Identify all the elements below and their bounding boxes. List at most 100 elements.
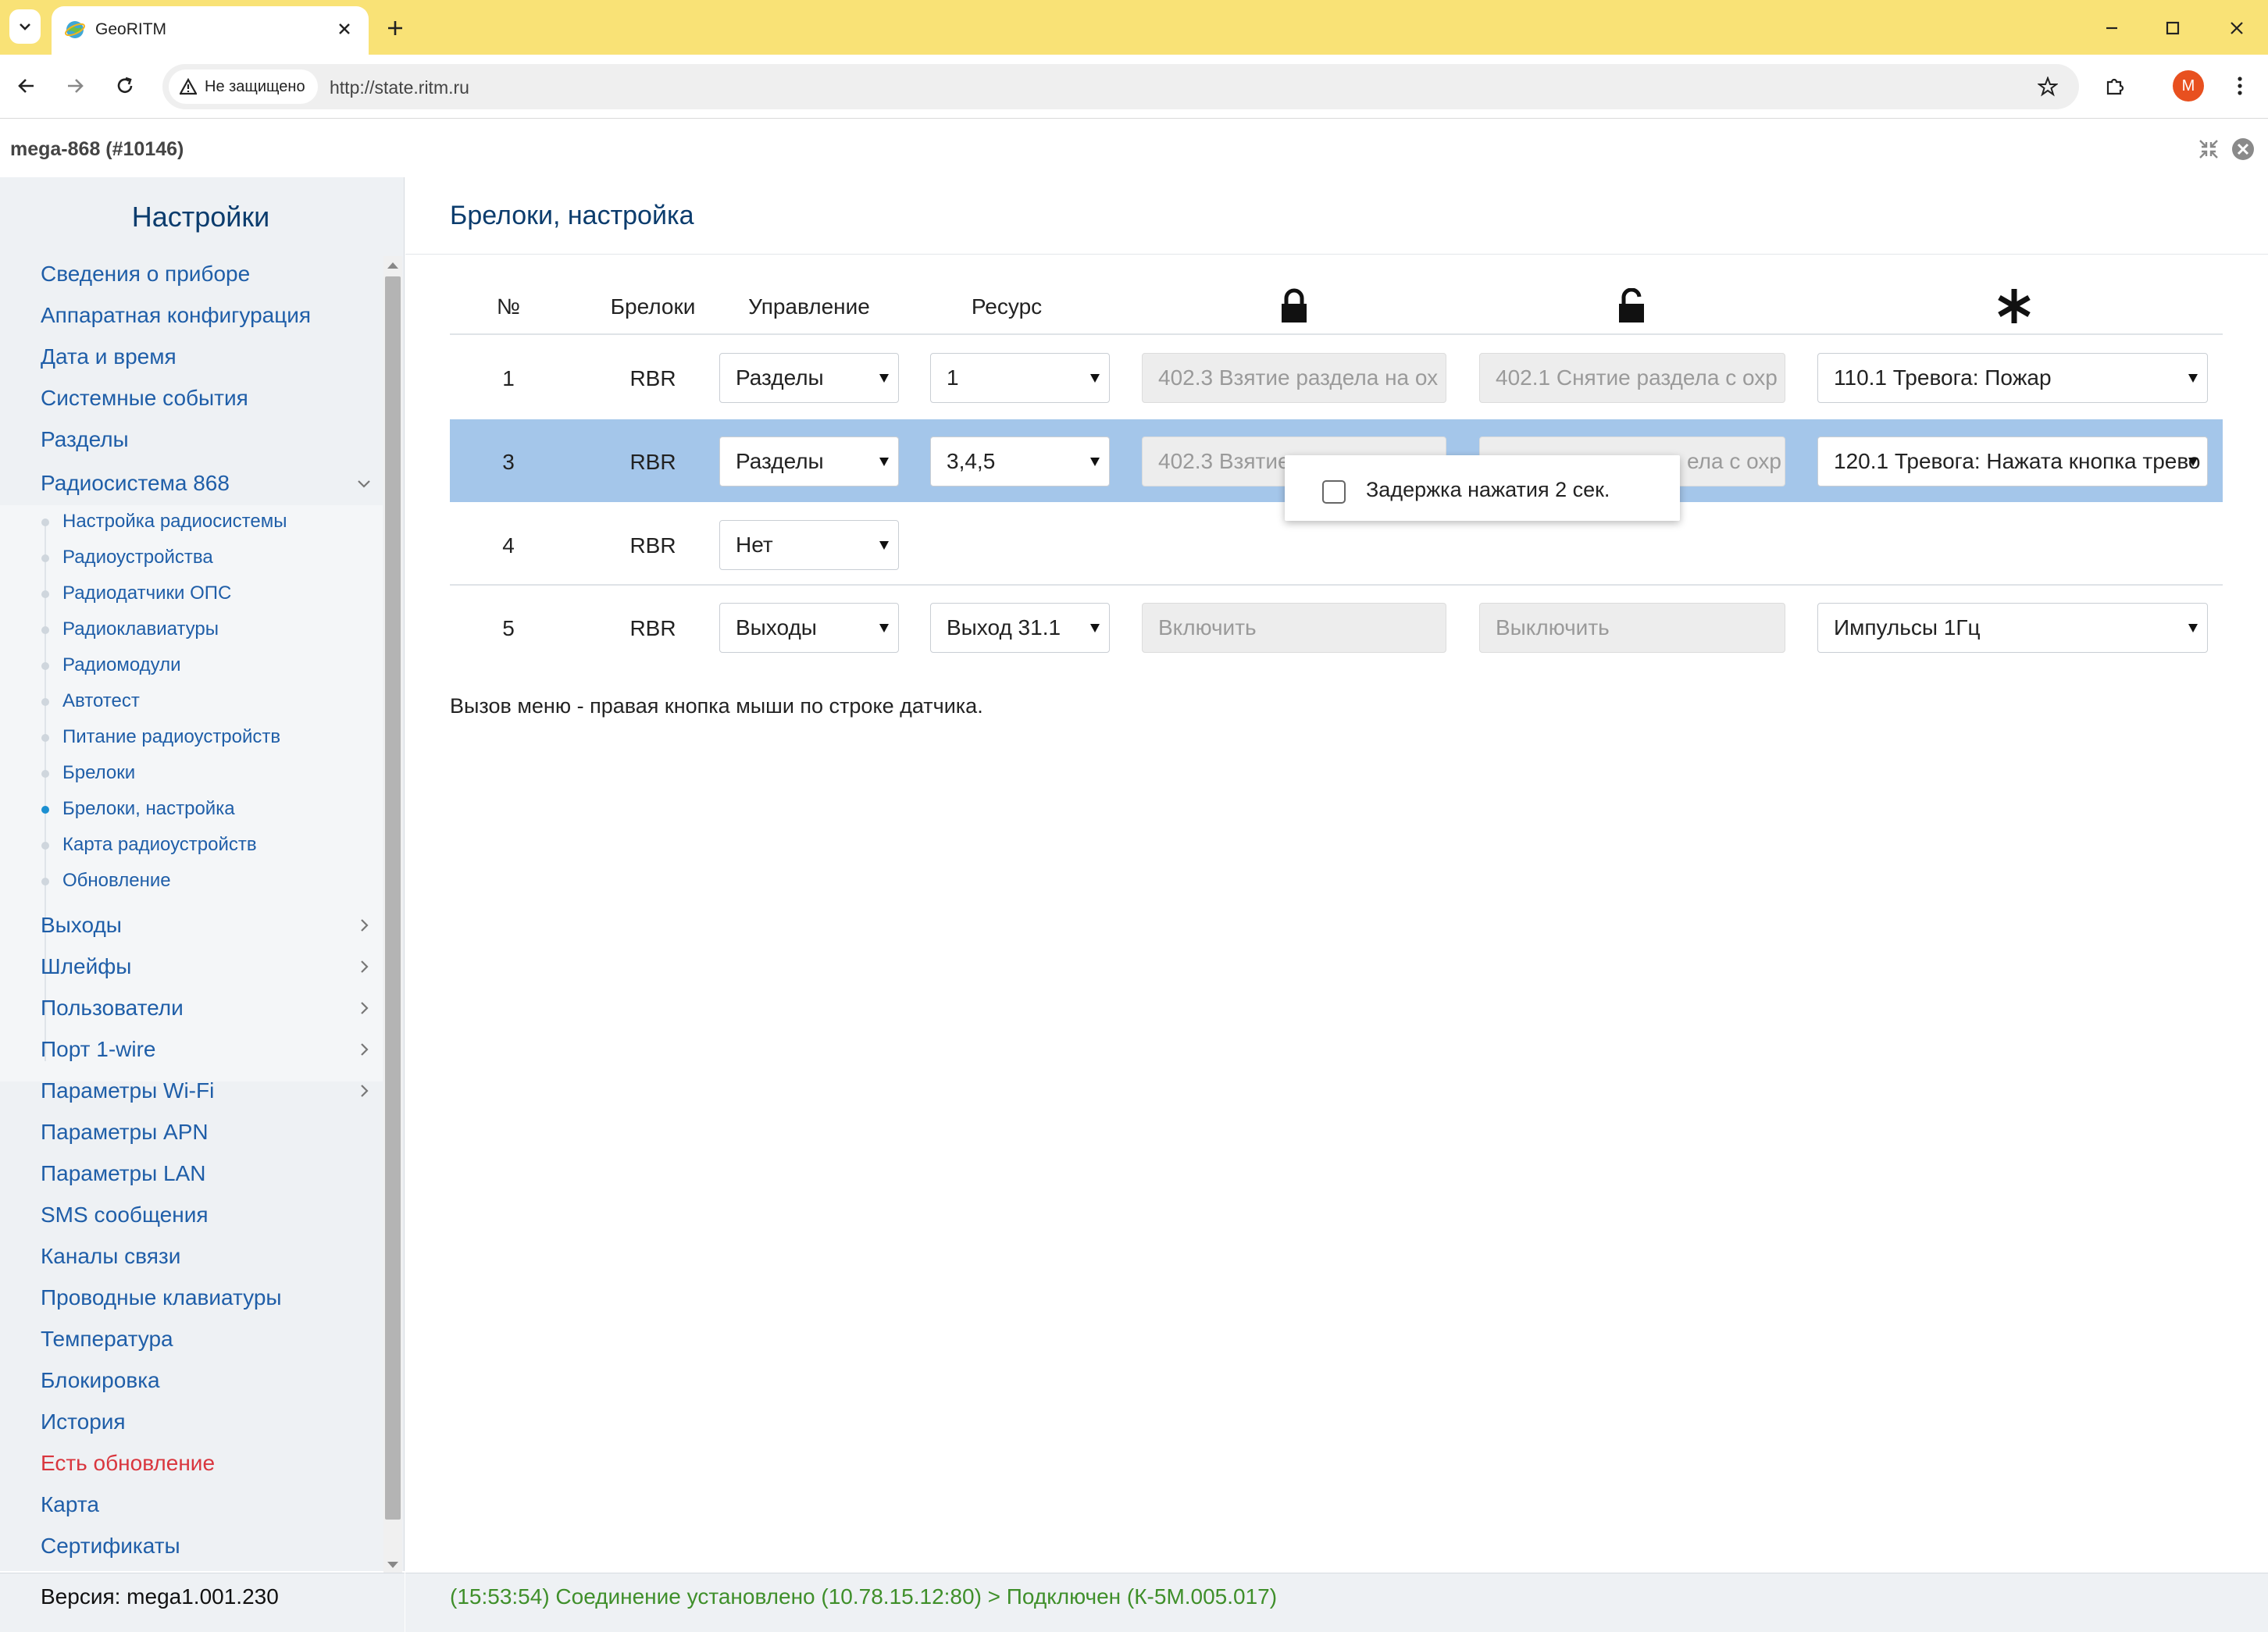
column-header-control: Управление <box>748 294 870 319</box>
resource-select[interactable]: 3,4,5 <box>930 437 1110 486</box>
star-event-select[interactable]: 110.1 Тревога: Пожар <box>1817 353 2208 403</box>
subnav-bullet <box>41 590 49 598</box>
chevron-right-icon[interactable] <box>355 999 373 1017</box>
unlock-icon <box>1619 288 1644 322</box>
sidebar-sub-radio-map[interactable]: Карта радиоустройств <box>62 834 257 856</box>
star-event-value: 110.1 Тревога: Пожар <box>1834 365 2052 390</box>
row-divider <box>450 584 2223 586</box>
on-action-field[interactable]: Включить <box>1142 603 1446 653</box>
status-bar: (15:53:54) Соединение установлено (10.78… <box>405 1573 2268 1632</box>
nav-item-1wire-port[interactable]: Порт 1-wire <box>41 1037 156 1062</box>
chevron-right-icon[interactable] <box>355 957 373 976</box>
asterisk-icon <box>1998 289 2031 323</box>
subnav-bullet <box>41 662 49 670</box>
nav-item-apn[interactable]: Параметры APN <box>41 1120 209 1145</box>
sidebar-scrollbar[interactable] <box>383 256 402 1574</box>
chevron-down-icon[interactable] <box>355 474 373 493</box>
sidebar-sub-radio-devices[interactable]: Радиоустройства <box>62 547 213 568</box>
nav-item-partitions[interactable]: Разделы <box>41 427 129 452</box>
panel-close-button[interactable] <box>2231 137 2256 162</box>
nav-item-date-time[interactable]: Дата и время <box>41 344 177 369</box>
nav-item-outputs[interactable]: Выходы <box>41 913 122 938</box>
reload-button[interactable] <box>108 69 142 103</box>
sidebar-sub-radio-sensors[interactable]: Радиодатчики ОПС <box>62 583 231 604</box>
browser-tab[interactable]: GeoRITM <box>52 6 369 55</box>
on-action-value: Включить <box>1158 615 1257 640</box>
scrollbar-thumb[interactable] <box>385 276 401 1520</box>
nav-item-users[interactable]: Пользователи <box>41 996 184 1021</box>
off-action-field[interactable]: Выключить <box>1479 603 1785 653</box>
sidebar-sub-autotest[interactable]: Автотест <box>62 690 140 712</box>
forward-button[interactable] <box>58 69 92 103</box>
scroll-down-arrow-icon[interactable] <box>387 1562 398 1568</box>
nav-item-map[interactable]: Карта <box>41 1492 99 1517</box>
sidebar-sub-key-fobs-settings[interactable]: Брелоки, настройка <box>62 798 235 820</box>
browser-toolbar: Не защищено http://state.ritm.ru M <box>0 55 2268 119</box>
nav-item-temperature[interactable]: Температура <box>41 1327 173 1352</box>
subnav-bullet <box>41 626 49 634</box>
back-button[interactable] <box>9 69 44 103</box>
chevron-right-icon[interactable] <box>355 1081 373 1100</box>
subnav-bullet <box>41 698 49 706</box>
resource-select[interactable]: 1 <box>930 353 1110 403</box>
nav-item-lan[interactable]: Параметры LAN <box>41 1161 206 1186</box>
tab-search-button[interactable] <box>9 9 41 44</box>
nav-item-device-info[interactable]: Сведения о приборе <box>41 262 250 287</box>
star-event-select[interactable]: 120.1 Тревога: Нажата кнопка трево <box>1817 437 2208 486</box>
sidebar-sub-update[interactable]: Обновление <box>62 870 171 892</box>
tab-close-button[interactable] <box>331 16 358 42</box>
subnav-active-bullet <box>41 806 49 814</box>
lock-icon <box>1282 288 1307 322</box>
address-bar[interactable]: Не защищено http://state.ritm.ru <box>162 64 2079 109</box>
control-select[interactable]: Выходы <box>719 603 899 653</box>
nav-item-channels[interactable]: Каналы связи <box>41 1244 180 1269</box>
nav-item-radio-system[interactable]: Радиосистема 868 <box>41 471 230 496</box>
nav-item-sms[interactable]: SMS сообщения <box>41 1203 209 1228</box>
nav-item-history[interactable]: История <box>41 1409 126 1434</box>
maximize-button[interactable] <box>2156 11 2190 45</box>
subnav-bullet <box>41 518 49 526</box>
control-select[interactable]: Разделы <box>719 353 899 403</box>
browser-menu-button[interactable] <box>2223 69 2257 103</box>
nav-item-update-available[interactable]: Есть обновление <box>41 1451 215 1476</box>
header-divider <box>450 333 2223 335</box>
star-action-select[interactable]: Импульсы 1Гц <box>1817 603 2208 653</box>
bookmark-button[interactable] <box>2032 71 2063 102</box>
nav-item-blocking[interactable]: Блокировка <box>41 1368 160 1393</box>
chevron-right-icon[interactable] <box>355 916 373 935</box>
lock-event-field[interactable]: 402.3 Взятие раздела на ох <box>1142 353 1446 403</box>
nav-item-wired-keypads[interactable]: Проводные клавиатуры <box>41 1285 282 1310</box>
chevron-right-icon[interactable] <box>355 1040 373 1059</box>
new-tab-button[interactable] <box>380 12 411 44</box>
minimize-button[interactable] <box>2095 11 2129 45</box>
collapse-button[interactable] <box>2196 137 2221 162</box>
resource-select[interactable]: Выход 31.1 <box>930 603 1110 653</box>
sidebar-sub-key-fobs[interactable]: Брелоки <box>62 762 135 784</box>
nav-item-hardware-config[interactable]: Аппаратная конфигурация <box>41 303 311 328</box>
press-delay-label[interactable]: Задержка нажатия 2 сек. <box>1366 478 1610 502</box>
column-header-fob: Брелоки <box>610 294 696 319</box>
control-select[interactable]: Нет <box>719 520 899 570</box>
unlock-event-field[interactable]: 402.1 Снятие раздела с охр <box>1479 353 1785 403</box>
sidebar-sub-radio-setup[interactable]: Настройка радиосистемы <box>62 511 287 533</box>
browser-tab-strip: GeoRITM <box>0 0 2268 55</box>
press-delay-checkbox[interactable] <box>1322 480 1346 504</box>
sidebar-sub-radio-keypads[interactable]: Радиоклавиатуры <box>62 618 219 640</box>
nav-item-system-events[interactable]: Системные события <box>41 386 248 411</box>
security-indicator[interactable]: Не защищено <box>169 69 318 104</box>
profile-avatar[interactable]: M <box>2173 70 2204 102</box>
nav-item-certificates[interactable]: Сертификаты <box>41 1534 180 1559</box>
extensions-button[interactable] <box>2098 69 2132 103</box>
sidebar-sub-radio-modules[interactable]: Радиомодули <box>62 654 181 676</box>
nav-item-wifi[interactable]: Параметры Wi-Fi <box>41 1078 214 1103</box>
minimize-icon <box>2106 27 2117 30</box>
window-close-button[interactable] <box>2220 11 2254 45</box>
subnav-bullet <box>41 878 49 885</box>
star-event-value: 120.1 Тревога: Нажата кнопка трево <box>1834 449 2201 473</box>
sidebar-sub-radio-power[interactable]: Питание радиоустройств <box>62 726 280 748</box>
nav-item-loops[interactable]: Шлейфы <box>41 954 131 979</box>
control-select[interactable]: Разделы <box>719 437 899 486</box>
star-action-value: Импульсы 1Гц <box>1834 615 1981 640</box>
scroll-up-arrow-icon[interactable] <box>387 262 398 269</box>
maximize-icon <box>2166 21 2180 35</box>
